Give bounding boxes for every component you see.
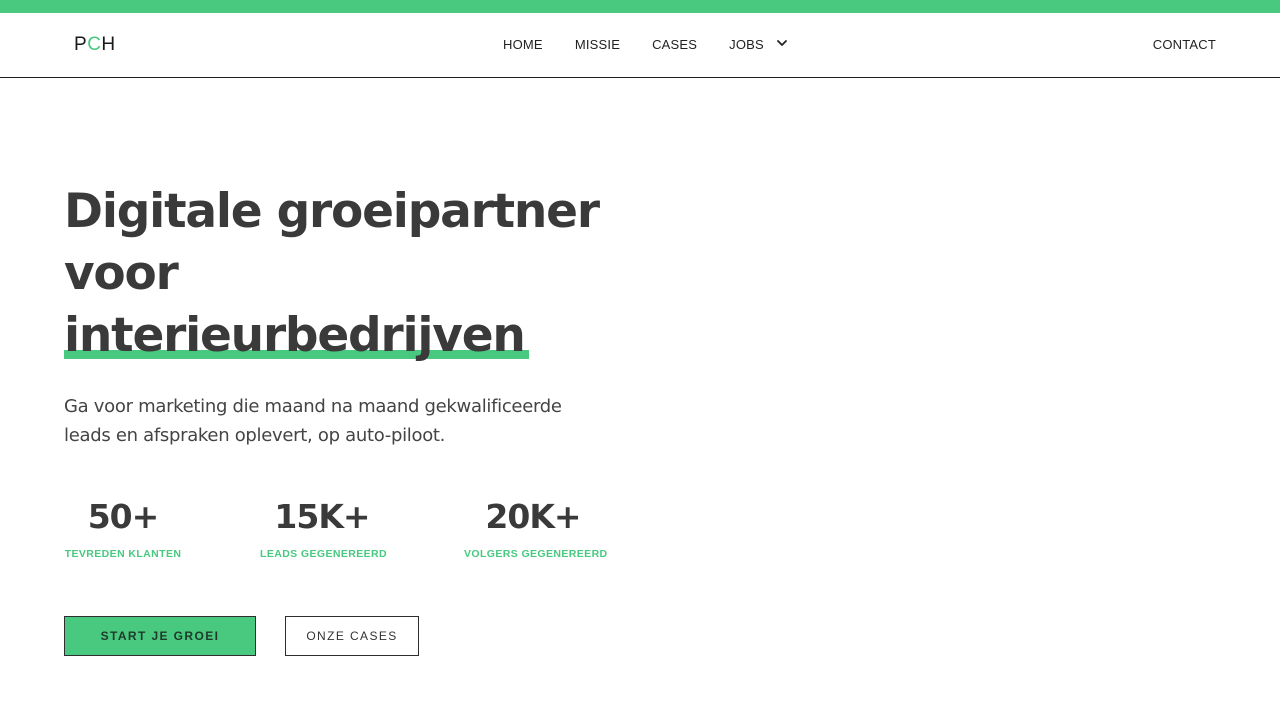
our-cases-button[interactable]: ONZE CASES — [285, 616, 419, 656]
stat-clients: 50+ TEVREDEN KLANTEN — [64, 496, 182, 560]
nav-item-jobs-dropdown[interactable]: JOBS — [729, 37, 790, 52]
hero-title: Digitale groeipartner voor interieurbedr… — [64, 181, 624, 367]
nav-item-contact[interactable]: CONTACT — [1153, 37, 1216, 52]
stat-leads: 15K+ LEADS GEGENEREERD — [260, 496, 387, 560]
main-nav: HOME MISSIE CASES JOBS — [503, 37, 790, 52]
stat-label: TEVREDEN KLANTEN — [64, 548, 182, 560]
stat-number: 50+ — [87, 497, 160, 536]
nav-item-cases[interactable]: CASES — [652, 37, 697, 52]
navbar: PCH HOME MISSIE CASES JOBS CONTACT — [0, 13, 1280, 78]
nav-item-jobs[interactable]: JOBS — [729, 37, 764, 52]
logo-letter-c: C — [87, 34, 102, 55]
nav-item-missie[interactable]: MISSIE — [575, 37, 620, 52]
logo[interactable]: PCH — [74, 34, 116, 56]
chevron-down-icon[interactable] — [774, 35, 790, 51]
logo-letter-h: H — [101, 34, 116, 55]
logo-letter-p: P — [74, 34, 88, 55]
hero-title-line-2: voor — [64, 246, 179, 301]
stat-number: 20K+ — [485, 497, 581, 536]
stat-followers: 20K+ VOLGERS GEGENEREERD — [464, 496, 608, 560]
stat-number: 15K+ — [274, 497, 370, 536]
hero-title-highlight: interieurbedrijven — [64, 305, 529, 367]
stat-label: VOLGERS GEGENEREERD — [464, 548, 608, 560]
hero-subtitle: Ga voor marketing die maand na maand gek… — [64, 396, 562, 446]
top-accent-bar — [0, 0, 1280, 13]
hero-title-line-1: Digitale groeipartner — [64, 184, 600, 239]
stats-row: 50+ TEVREDEN KLANTEN 15K+ LEADS GEGENERE… — [64, 496, 624, 566]
nav-item-home[interactable]: HOME — [503, 37, 543, 52]
stat-label: LEADS GEGENEREERD — [260, 548, 387, 560]
start-growth-button[interactable]: START JE GROEI — [64, 616, 256, 656]
